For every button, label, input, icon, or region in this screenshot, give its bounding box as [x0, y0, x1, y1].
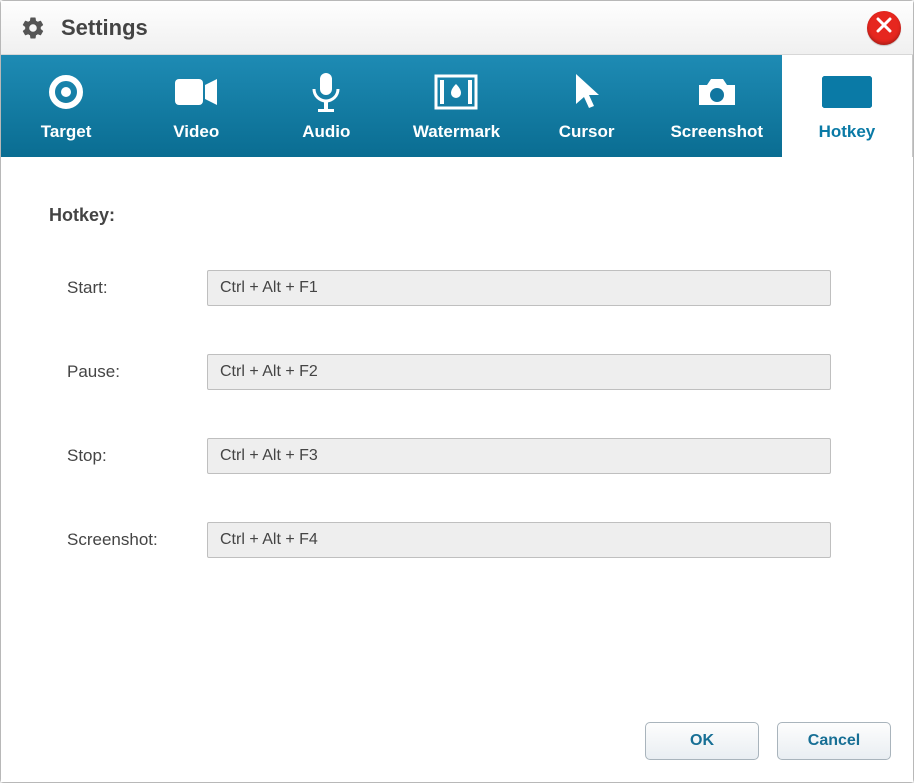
tab-video[interactable]: Video [131, 55, 261, 157]
tab-label: Cursor [559, 122, 615, 142]
footer-buttons: OK Cancel [645, 722, 891, 760]
tabbar: Target Video Audio Watermark Cursor [1, 55, 913, 157]
hotkey-row-pause: Pause: [67, 354, 873, 390]
tab-target[interactable]: Target [1, 55, 131, 157]
settings-window: Settings Target Video Audio [0, 0, 914, 783]
ok-button[interactable]: OK [645, 722, 759, 760]
window-title: Settings [61, 15, 148, 41]
content-area: Hotkey: Start: Pause: Stop: Screenshot: … [1, 157, 913, 782]
gear-icon [19, 14, 47, 42]
close-button[interactable] [867, 11, 901, 45]
cursor-icon [572, 70, 602, 114]
hotkey-label-screenshot: Screenshot: [67, 530, 207, 550]
hotkey-row-start: Start: [67, 270, 873, 306]
hotkey-input-screenshot[interactable] [207, 522, 831, 558]
video-icon [173, 70, 219, 114]
hotkey-input-start[interactable] [207, 270, 831, 306]
tab-label: Hotkey [819, 122, 876, 142]
hotkey-label-pause: Pause: [67, 362, 207, 382]
hotkey-input-stop[interactable] [207, 438, 831, 474]
tab-label: Video [173, 122, 219, 142]
section-heading: Hotkey: [49, 205, 873, 226]
tab-watermark[interactable]: Watermark [391, 55, 521, 157]
watermark-icon [434, 70, 478, 114]
keyboard-icon [822, 70, 872, 114]
cancel-button[interactable]: Cancel [777, 722, 891, 760]
target-icon [46, 70, 86, 114]
tab-label: Audio [302, 122, 350, 142]
tab-cursor[interactable]: Cursor [522, 55, 652, 157]
tab-audio[interactable]: Audio [261, 55, 391, 157]
tab-label: Target [41, 122, 92, 142]
camera-icon [695, 70, 739, 114]
hotkey-label-stop: Stop: [67, 446, 207, 466]
titlebar: Settings [1, 1, 913, 55]
hotkey-label-start: Start: [67, 278, 207, 298]
microphone-icon [310, 70, 342, 114]
tab-screenshot[interactable]: Screenshot [652, 55, 782, 157]
hotkey-row-screenshot: Screenshot: [67, 522, 873, 558]
hotkey-row-stop: Stop: [67, 438, 873, 474]
tab-hotkey[interactable]: Hotkey [782, 55, 913, 157]
hotkey-input-pause[interactable] [207, 354, 831, 390]
tab-label: Watermark [413, 122, 500, 142]
tab-label: Screenshot [670, 122, 763, 142]
close-icon [875, 16, 893, 39]
